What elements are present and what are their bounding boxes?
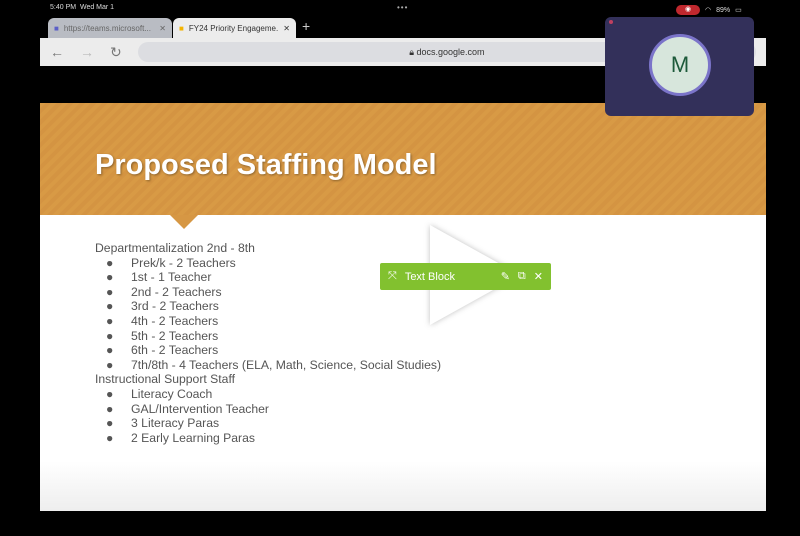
text-block-label: Text Block <box>404 270 455 283</box>
back-icon[interactable]: ← <box>50 44 64 60</box>
bullet-text: Prek/k - 2 Teachers <box>131 255 236 270</box>
bullet-text: 6th - 2 Teachers <box>131 343 219 358</box>
bullet-item: ● 4th - 2 Teachers <box>95 314 441 329</box>
bullet-icon: ● <box>106 386 114 401</box>
teams-icon: ■ <box>54 23 59 33</box>
tab-teams[interactable]: ■ https://teams.microsoft... ✕ <box>48 18 172 38</box>
banner-notch <box>170 215 198 229</box>
slide: Proposed Staffing Model Departmentalizat… <box>40 103 766 511</box>
date: Wed Mar 1 <box>79 4 115 11</box>
bullet-item: ● 3 Literacy Paras <box>95 416 441 431</box>
bullet-icon: ● <box>106 284 114 299</box>
lock-icon: 🔒︎ <box>409 46 417 57</box>
section-heading: Instructional Support Staff <box>95 372 236 387</box>
bullet-icon: ● <box>106 343 114 358</box>
bullet-text: 5th - 2 Teachers <box>131 328 219 343</box>
bullet-text: 1st - 1 Teacher <box>131 270 212 285</box>
wifi-icon: ◠ <box>705 7 712 14</box>
video-call-pip[interactable]: M <box>605 17 754 116</box>
tab-slides[interactable]: ■ FY24 Priority Engageme... ✕ <box>173 18 296 38</box>
new-tab-button[interactable]: + <box>302 18 310 34</box>
slide-title: Proposed Staffing Model <box>95 149 437 181</box>
bullet-text: Literacy Coach <box>131 386 213 401</box>
text-block-toolbar[interactable]: ⤧ Text Block ✎ ⧉ ✕ <box>380 263 551 290</box>
bullet-item: ● 6th - 2 Teachers <box>95 343 441 358</box>
forward-icon[interactable]: → <box>80 44 94 60</box>
close-icon[interactable]: ✕ <box>534 270 543 283</box>
bullet-icon: ● <box>106 313 114 328</box>
battery-icon: ▭ <box>735 7 742 14</box>
bullet-icon: ● <box>106 255 114 270</box>
close-tab-icon[interactable]: ✕ <box>159 24 166 33</box>
bullet-icon: ● <box>106 299 114 314</box>
bullet-icon: ● <box>106 270 114 285</box>
bullet-icon: ● <box>106 430 114 445</box>
edit-pencil-icon[interactable]: ✎ <box>501 270 510 283</box>
duplicate-icon[interactable]: ⧉ <box>518 270 526 283</box>
slide-banner: Proposed Staffing Model <box>40 103 766 215</box>
bullet-item: ● 7th/8th - 4 Teachers (ELA, Math, Scienc… <box>95 358 441 373</box>
slide-footer <box>40 461 766 511</box>
slides-icon: ■ <box>179 23 184 33</box>
bullet-item: ● Literacy Coach <box>95 387 441 402</box>
bullet-icon: ● <box>106 357 114 372</box>
status-bar: 5:40 PM Wed Mar 1 <box>50 4 114 11</box>
reload-icon[interactable]: ↻ <box>110 44 122 61</box>
bullet-icon: ● <box>106 416 114 431</box>
bullet-text: 3rd - 2 Teachers <box>131 299 219 314</box>
mic-indicator-icon <box>609 20 613 24</box>
url-text: docs.google.com <box>416 47 485 57</box>
bullet-item: ● 2 Early Learning Paras <box>95 431 441 446</box>
status-right: ◉ ◠ 89% ▭ <box>676 5 742 15</box>
bullet-text: 3 Literacy Paras <box>131 416 220 431</box>
close-tab-icon[interactable]: ✕ <box>283 24 290 33</box>
move-icon[interactable]: ⤧ <box>388 270 397 283</box>
bullet-text: 4th - 2 Teachers <box>131 313 219 328</box>
screen-record-icon[interactable]: ◉ <box>676 5 700 15</box>
battery-level: 89% <box>716 6 731 14</box>
bullet-icon: ● <box>106 401 114 416</box>
tab-title: https://teams.microsoft... <box>63 23 151 33</box>
bullet-item: ● 5th - 2 Teachers <box>95 329 441 344</box>
bullet-text: 7th/8th - 4 Teachers (ELA, Math, Science… <box>131 357 442 372</box>
bullet-text: 2nd - 2 Teachers <box>131 284 222 299</box>
time: 5:40 PM <box>50 4 77 11</box>
bullet-item: ● 3rd - 2 Teachers <box>95 299 441 314</box>
bullet-text: GAL/Intervention Teacher <box>131 401 269 416</box>
tab-title: FY24 Priority Engageme... <box>188 23 279 33</box>
avatar: M <box>649 34 711 96</box>
bullet-item: ● GAL/Intervention Teacher <box>95 402 441 417</box>
bullet-icon: ● <box>106 328 114 343</box>
bullet-text: 2 Early Learning Paras <box>131 430 255 445</box>
section-heading: Departmentalization 2nd - 8th <box>95 241 255 255</box>
multitask-dots-icon[interactable]: ••• <box>397 3 408 12</box>
